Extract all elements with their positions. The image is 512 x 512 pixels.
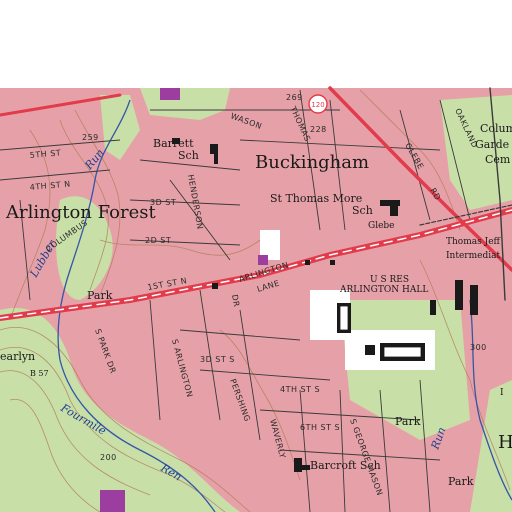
svg-text:120: 120 xyxy=(311,101,324,109)
svg-text:300: 300 xyxy=(470,343,487,352)
topographic-map: 120 Buckingham Arlington Forest Barrett … xyxy=(0,0,512,512)
label-i: I xyxy=(500,388,504,398)
street-4th-st-s: 4TH ST S xyxy=(280,385,320,394)
street-3d-st: 3D ST xyxy=(150,198,176,207)
label-columbia: Colum xyxy=(480,122,512,135)
label-gardens: Garde xyxy=(475,138,509,151)
street-3d-st-s: 3D ST S xyxy=(200,355,235,364)
label-glebe: Glebe xyxy=(368,221,394,231)
map-margin xyxy=(0,0,512,88)
route-shield: 120 xyxy=(308,94,328,114)
label-h: H xyxy=(498,432,512,453)
label-barrett-sch: Sch xyxy=(178,149,199,162)
map-canvas[interactable]: 120 Buckingham Arlington Forest Barrett … xyxy=(0,0,512,512)
label-park-right: Park xyxy=(395,415,421,428)
label-us-res: U S RES xyxy=(370,275,409,285)
label-intermediate: Intermediat xyxy=(446,251,500,261)
label-st-thomas-more: St Thomas More xyxy=(270,192,362,205)
label-st-thomas-more-sch: Sch xyxy=(352,204,373,217)
label-thomas-jeff: Thomas Jeff xyxy=(446,237,501,247)
svg-text:200: 200 xyxy=(100,453,117,462)
label-bearlyn: earlyn xyxy=(0,350,35,363)
label-cem: Cem xyxy=(485,153,511,166)
street-6th-st-s: 6TH ST S xyxy=(300,423,340,432)
svg-text:259: 259 xyxy=(82,133,99,142)
svg-text:269: 269 xyxy=(286,93,303,102)
svg-text:228: 228 xyxy=(310,125,327,134)
label-park-left: Park xyxy=(87,289,113,302)
label-arlington-hall: ARLINGTON HALL xyxy=(339,285,428,295)
label-buckingham: Buckingham xyxy=(255,152,369,173)
label-b57: B 57 xyxy=(30,369,49,378)
label-park-bottom: Park xyxy=(448,475,474,488)
street-2d-st: 2D ST xyxy=(145,236,171,245)
